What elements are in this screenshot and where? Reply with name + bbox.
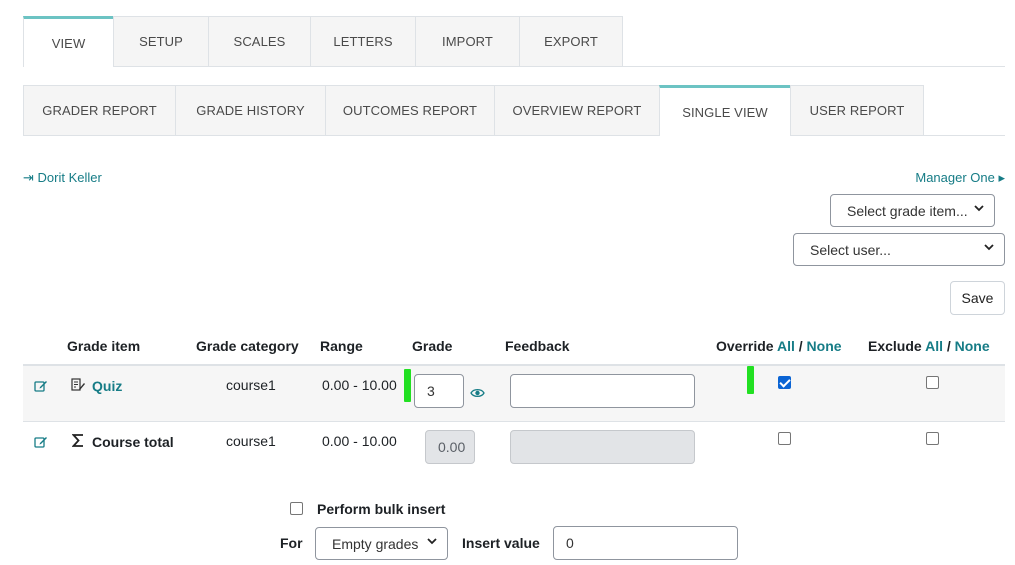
tab-user-report[interactable]: USER REPORT (790, 85, 924, 135)
exclude-separator: / (946, 338, 951, 354)
header-range: Range (320, 338, 363, 354)
header-feedback: Feedback (505, 338, 570, 354)
tab-letters[interactable]: LETTERS (310, 16, 416, 66)
user-select-value: Select user... (810, 241, 891, 258)
header-override: Override All / None (716, 338, 842, 354)
insert-value-label: Insert value (462, 535, 540, 551)
grade-item-name: Course total (92, 434, 174, 450)
top-tab-bar: VIEW SETUP SCALES LETTERS IMPORT EXPORT (23, 16, 1005, 67)
chevron-down-icon (974, 205, 984, 212)
insert-value-input[interactable]: 0 (553, 526, 738, 560)
exclude-checkbox[interactable] (926, 432, 939, 445)
next-user-link[interactable]: Manager One ▸ (915, 170, 1005, 186)
bulk-insert-checkbox[interactable] (290, 502, 303, 515)
header-override-label: Override (716, 338, 774, 354)
save-button[interactable]: Save (950, 281, 1005, 315)
header-exclude-label: Exclude (868, 338, 922, 354)
bulk-for-select-value: Empty grades (332, 535, 419, 552)
tab-scales[interactable]: SCALES (208, 16, 311, 66)
exclude-all-link[interactable]: All (925, 338, 943, 354)
quiz-icon (71, 378, 85, 391)
previous-user-link[interactable]: ⇥ Dorit Keller (23, 170, 102, 186)
chevron-down-icon (984, 244, 994, 251)
exclude-none-link[interactable]: None (955, 338, 990, 354)
override-separator: / (798, 338, 803, 354)
grade-category-cell: course1 (226, 433, 276, 449)
table-row-divider (23, 421, 1005, 422)
for-label: For (280, 535, 303, 551)
tab-grade-history[interactable]: GRADE HISTORY (175, 85, 326, 135)
highlight-marker (747, 366, 754, 394)
bulk-insert-label: Perform bulk insert (317, 501, 446, 517)
edit-icon[interactable] (34, 435, 48, 449)
chevron-down-icon (427, 538, 437, 545)
tab-setup[interactable]: SETUP (113, 16, 209, 66)
tab-single-view[interactable]: SINGLE VIEW (659, 85, 791, 136)
tab-overview-report[interactable]: OVERVIEW REPORT (494, 85, 660, 135)
override-all-link[interactable]: All (777, 338, 795, 354)
grade-category-cell: course1 (226, 377, 276, 393)
tab-export[interactable]: EXPORT (519, 16, 623, 66)
override-checkbox[interactable] (778, 432, 791, 445)
range-cell: 0.00 - 10.00 (322, 433, 397, 449)
edit-icon[interactable] (34, 379, 48, 393)
grade-item-select[interactable]: Select grade item... (830, 194, 995, 227)
feedback-input[interactable] (510, 374, 695, 408)
eye-icon[interactable] (470, 387, 485, 399)
exclude-checkbox[interactable] (926, 376, 939, 389)
tab-view[interactable]: VIEW (23, 16, 114, 67)
highlight-marker (404, 369, 411, 402)
grade-input: 0.00 (425, 430, 475, 464)
range-cell: 0.00 - 10.00 (322, 377, 397, 393)
user-select[interactable]: Select user... (793, 233, 1005, 266)
grade-item-select-value: Select grade item... (847, 202, 968, 219)
override-checkbox[interactable] (778, 376, 791, 389)
bulk-for-select[interactable]: Empty grades (315, 527, 448, 560)
override-none-link[interactable]: None (807, 338, 842, 354)
tab-import[interactable]: IMPORT (415, 16, 520, 66)
header-grade-category: Grade category (196, 338, 299, 354)
feedback-input (510, 430, 695, 464)
tab-outcomes-report[interactable]: OUTCOMES REPORT (325, 85, 495, 135)
header-grade-item: Grade item (67, 338, 141, 354)
report-tab-bar: GRADER REPORT GRADE HISTORY OUTCOMES REP… (23, 85, 1005, 136)
sigma-icon (72, 434, 83, 447)
grade-input[interactable]: 3 (414, 374, 464, 408)
header-exclude: Exclude All / None (868, 338, 990, 354)
grade-item-link[interactable]: Quiz (92, 378, 122, 394)
tab-grader-report[interactable]: GRADER REPORT (23, 85, 176, 135)
header-grade: Grade (412, 338, 453, 354)
